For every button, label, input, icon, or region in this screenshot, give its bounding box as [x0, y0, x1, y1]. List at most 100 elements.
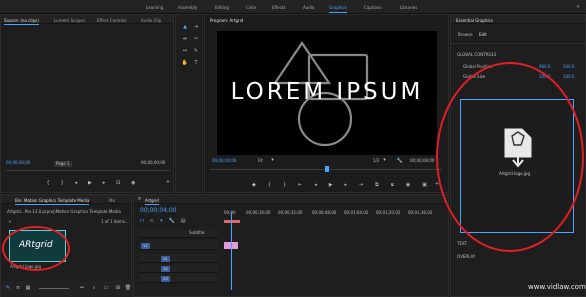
- fit-dropdown[interactable]: Fit: [258, 159, 263, 163]
- nav-editing[interactable]: Editing: [215, 5, 229, 10]
- a2-label[interactable]: A2: [161, 266, 170, 272]
- mark-in-icon[interactable]: {: [46, 179, 49, 187]
- export-frame-icon[interactable]: ◉: [131, 179, 135, 187]
- tab-bin[interactable]: Bin: Motion Graphics Template Media: [15, 198, 90, 205]
- pen-icon[interactable]: ✎: [192, 47, 200, 55]
- slip-icon[interactable]: ↔: [181, 47, 189, 55]
- tab-lumetri-scopes[interactable]: Lumetri Scopes: [54, 18, 85, 23]
- linked-selection-icon[interactable]: ⊂: [150, 218, 154, 225]
- compare-icon[interactable]: ▣: [422, 181, 427, 189]
- settings-icon[interactable]: 🔧: [397, 158, 403, 164]
- program-video[interactable]: LOREM IPSUM: [217, 31, 437, 155]
- timeline-timecode[interactable]: 00;00;04;00: [140, 207, 177, 214]
- eg-header: Essential Graphics: [451, 15, 585, 24]
- snap-icon[interactable]: ⊓: [140, 218, 144, 225]
- step-back-icon[interactable]: ◂: [75, 179, 78, 187]
- timeline-tabs: × Artgrid: [134, 195, 448, 205]
- tab-sequence[interactable]: Artgrid: [145, 198, 159, 205]
- step-forward-icon[interactable]: ▸: [103, 179, 106, 187]
- a1-label[interactable]: A1: [161, 256, 170, 262]
- step-forward-icon[interactable]: ▸: [345, 181, 348, 189]
- extract-icon[interactable]: ⧈: [391, 181, 394, 189]
- selection-tool-icon[interactable]: ▲: [181, 23, 189, 31]
- page-selector[interactable]: Page 1: [54, 161, 72, 167]
- step-back-icon[interactable]: ◂: [314, 181, 317, 189]
- ripple-edit-icon[interactable]: ⇹: [181, 35, 189, 43]
- icon-view-icon[interactable]: ▦: [25, 285, 31, 291]
- source-panel: Source: (no clips) Lumetri Scopes Effect…: [0, 14, 174, 193]
- insert-icon[interactable]: ⊟: [116, 179, 120, 187]
- new-item-icon[interactable]: ⊞: [115, 285, 121, 291]
- nav-effects[interactable]: Effects: [272, 5, 286, 10]
- play-icon[interactable]: ▶: [88, 179, 92, 187]
- program-timecode[interactable]: 00;00;04;00: [212, 159, 236, 163]
- nav-assembly[interactable]: Assembly: [178, 5, 197, 10]
- add-marker-icon[interactable]: ◆: [252, 181, 256, 189]
- chevron-down-icon[interactable]: ▾: [382, 158, 387, 163]
- tools-panel: ▲ ⇥ ⇹ ✂ ↔ ✎ ✋ T: [175, 14, 203, 193]
- close-icon[interactable]: ×: [137, 197, 142, 202]
- nav-graphics[interactable]: Graphics: [329, 5, 347, 13]
- pencil-icon[interactable]: ✎: [5, 285, 11, 291]
- source-scrubber[interactable]: [6, 170, 170, 171]
- tab-media[interactable]: Me: [109, 198, 115, 203]
- folder-icon[interactable]: ▭: [103, 285, 109, 291]
- time-ruler[interactable]: 00;00 00;00;16;00 00;00;32;00 00;00;48;0…: [220, 210, 446, 218]
- add-marker-icon[interactable]: ▾: [160, 218, 163, 225]
- v1-label[interactable]: V1: [141, 243, 150, 249]
- mark-out-icon[interactable]: }: [283, 181, 286, 189]
- lift-icon[interactable]: ⧉: [375, 181, 379, 189]
- list-view-icon[interactable]: ≡: [15, 285, 21, 291]
- captions-icon[interactable]: ▤: [181, 218, 186, 225]
- tab-browse[interactable]: Browse: [458, 33, 473, 37]
- razor-icon[interactable]: ✂: [192, 35, 200, 43]
- nav-audio[interactable]: Audio: [303, 5, 314, 10]
- hand-icon[interactable]: ✋: [181, 59, 189, 67]
- wrench-icon[interactable]: 🔧: [169, 218, 175, 225]
- search-icon[interactable]: ⌕: [7, 219, 13, 225]
- chevron-down-icon[interactable]: ▾: [270, 158, 275, 163]
- nav-learning[interactable]: Learning: [146, 5, 163, 10]
- timeline-playhead[interactable]: [231, 212, 232, 290]
- go-to-out-icon[interactable]: ⇥: [359, 181, 363, 189]
- highlight-ellipse-logo: [436, 62, 584, 252]
- export-frame-icon[interactable]: ◉: [406, 181, 410, 189]
- tab-source[interactable]: Source: (no clips): [4, 18, 39, 25]
- mark-out-icon[interactable]: }: [61, 179, 64, 187]
- a3-track-header: A3: [139, 274, 218, 283]
- global-position-x[interactable]: 960.0: [539, 65, 550, 69]
- go-to-in-icon[interactable]: ⇤: [298, 181, 302, 189]
- eg-title[interactable]: Essential Graphics: [456, 18, 493, 23]
- quality-dropdown[interactable]: 1/2: [373, 159, 379, 163]
- tab-audio-clip[interactable]: Audio Clip: [141, 18, 161, 23]
- track-select-icon[interactable]: ⇥: [192, 23, 200, 31]
- add-button-icon[interactable]: +: [165, 179, 171, 185]
- highlight-ellipse-thumbnail: [2, 226, 70, 271]
- sort-icon[interactable]: ≔: [79, 285, 85, 291]
- playhead-marker[interactable]: [325, 166, 329, 172]
- section-text[interactable]: TEXT: [457, 242, 467, 246]
- nav-captions[interactable]: Captions: [364, 5, 382, 10]
- source-timecode[interactable]: 00;00;00;00: [6, 161, 30, 165]
- ruler-tick: 00;01;20;02: [376, 210, 401, 215]
- mark-in-icon[interactable]: {: [268, 181, 271, 189]
- search-icon[interactable]: ⌕: [91, 285, 97, 291]
- overlay-title[interactable]: LOREM IPSUM: [217, 79, 437, 105]
- section-global-controls[interactable]: GLOBAL CONTROLS: [457, 53, 496, 57]
- trash-icon[interactable]: 🗑: [125, 285, 131, 291]
- nav-color[interactable]: Color: [246, 5, 256, 10]
- tab-effect-controls[interactable]: Effect Controls: [97, 18, 126, 23]
- global-size-y[interactable]: 100.0: [563, 75, 574, 79]
- type-tool-icon[interactable]: T: [192, 59, 200, 67]
- a3-label[interactable]: A3: [161, 276, 170, 282]
- tab-edit[interactable]: Edit: [479, 33, 487, 37]
- section-overlay[interactable]: OVERLAY: [457, 255, 475, 259]
- global-position-y[interactable]: 540.0: [563, 65, 574, 69]
- more-icon[interactable]: »: [574, 3, 582, 11]
- tab-program[interactable]: Program: Artgrid: [210, 18, 243, 23]
- zoom-slider[interactable]: [39, 288, 69, 289]
- work-area-bar[interactable]: [224, 220, 240, 223]
- nav-libraries[interactable]: Libraries: [400, 5, 417, 10]
- watermark: www.vidlaw.com: [528, 283, 586, 291]
- play-icon[interactable]: ▶: [329, 181, 333, 189]
